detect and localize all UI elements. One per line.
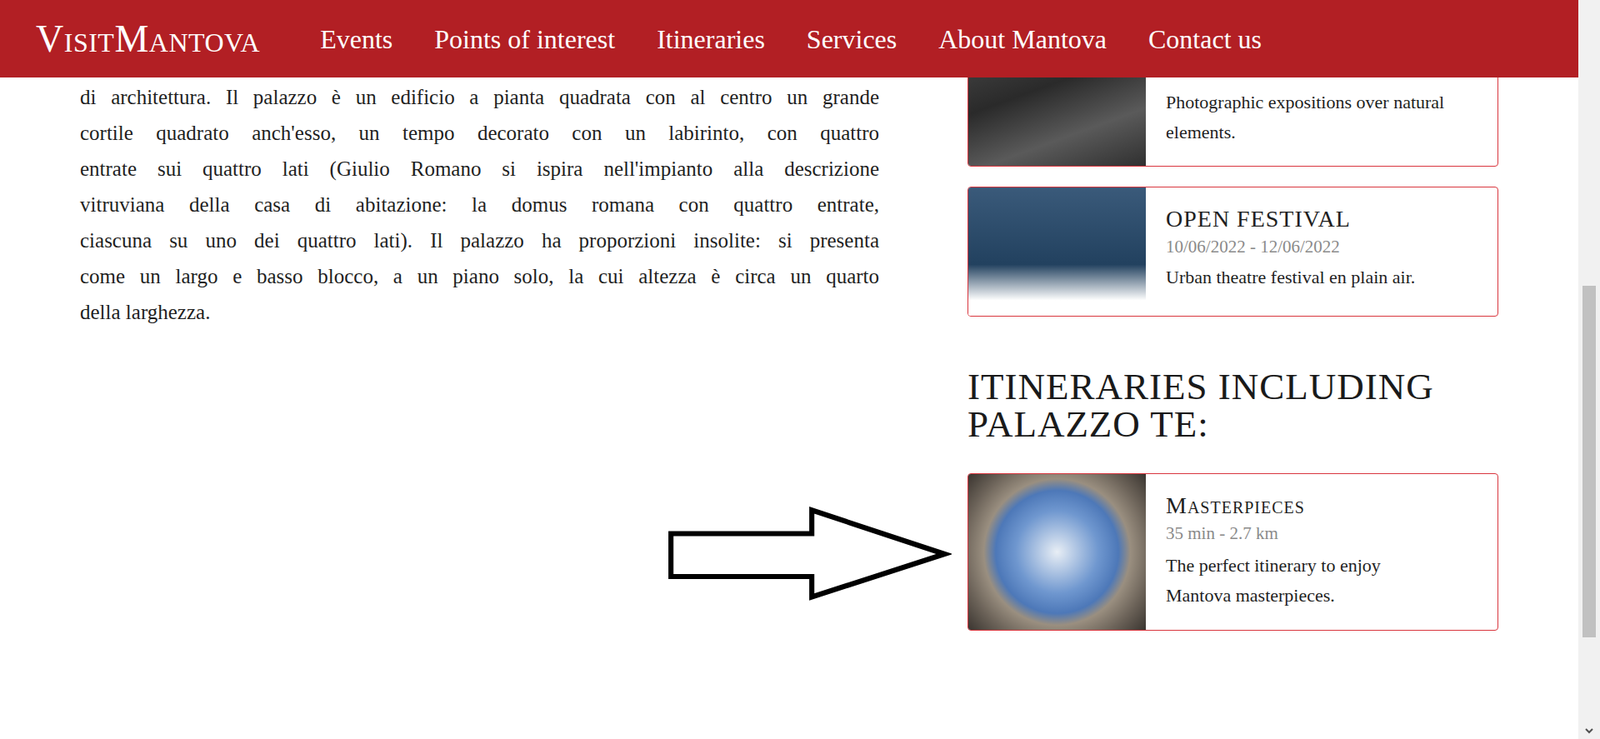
nav-bar: Events Points of interest Itineraries Servi… — [320, 22, 1262, 56]
page: di architettura. Il palazzo è un edifici… — [0, 0, 1579, 739]
arrow-icon — [665, 505, 952, 604]
article-line: entrate sui quattro lati (Giulio Romano … — [80, 150, 880, 187]
itineraries-heading: ITINERARIES INCLUDING PALAZZO TE: — [967, 368, 1499, 444]
itinerary-photo — [968, 474, 1146, 630]
nav-item[interactable]: About Mantova — [938, 22, 1107, 56]
nav-item[interactable]: Contact us — [1148, 22, 1262, 56]
scroll-down-icon[interactable] — [1584, 725, 1595, 736]
itinerary-meta: 35 min - 2.7 km — [1165, 520, 1485, 546]
event-card[interactable]: OPEN FESTIVAL10/06/2022 - 12/06/2022Urba… — [967, 186, 1499, 317]
sidebar: Photographic expositions over natural el… — [967, 0, 1499, 631]
article-line: vitruviana della casa di abitazione: la … — [80, 186, 880, 223]
scrollbar[interactable] — [1578, 0, 1600, 739]
site-header: VisitMantova Events Points of interest Itin… — [0, 0, 1579, 78]
event-description: Urban theatre festival en plain air. — [1165, 259, 1485, 296]
nav-item[interactable]: Events — [320, 22, 393, 56]
card-body: Masterpieces35 min - 2.7 km The perfect i… — [1145, 474, 1498, 630]
scrollbar-thumb[interactable] — [1582, 285, 1596, 638]
nav-item[interactable]: Points of interest — [434, 22, 615, 56]
event-dates: 10/06/2022 - 12/06/2022 — [1165, 234, 1485, 260]
itinerary-description: The perfect itinerary to enjoy Mantova m… — [1165, 550, 1450, 611]
nav-item[interactable]: Services — [806, 22, 897, 56]
article-line: cortile quadrato anch'esso, un tempo dec… — [80, 115, 880, 151]
nav-item[interactable]: Itineraries — [656, 22, 765, 56]
article-line: della larghezza. — [80, 294, 880, 330]
article-line: come un largo e basso blocco, a un piano… — [80, 258, 880, 295]
event-poster — [968, 187, 1146, 316]
event-title[interactable]: OPEN FESTIVAL — [1165, 204, 1485, 235]
card-body: OPEN FESTIVAL10/06/2022 - 12/06/2022Urba… — [1145, 187, 1498, 316]
itinerary-card[interactable]: Masterpieces35 min - 2.7 km The perfect i… — [967, 473, 1499, 631]
logo[interactable]: VisitMantova — [35, 17, 260, 61]
itinerary-title[interactable]: Masterpieces — [1165, 490, 1485, 521]
event-description: Photographic expositions over natural el… — [1165, 87, 1485, 148]
article-line: ciascuna su uno dei quattro lati). Il pa… — [80, 222, 880, 259]
article-line: di architettura. Il palazzo è un edifici… — [80, 79, 880, 115]
